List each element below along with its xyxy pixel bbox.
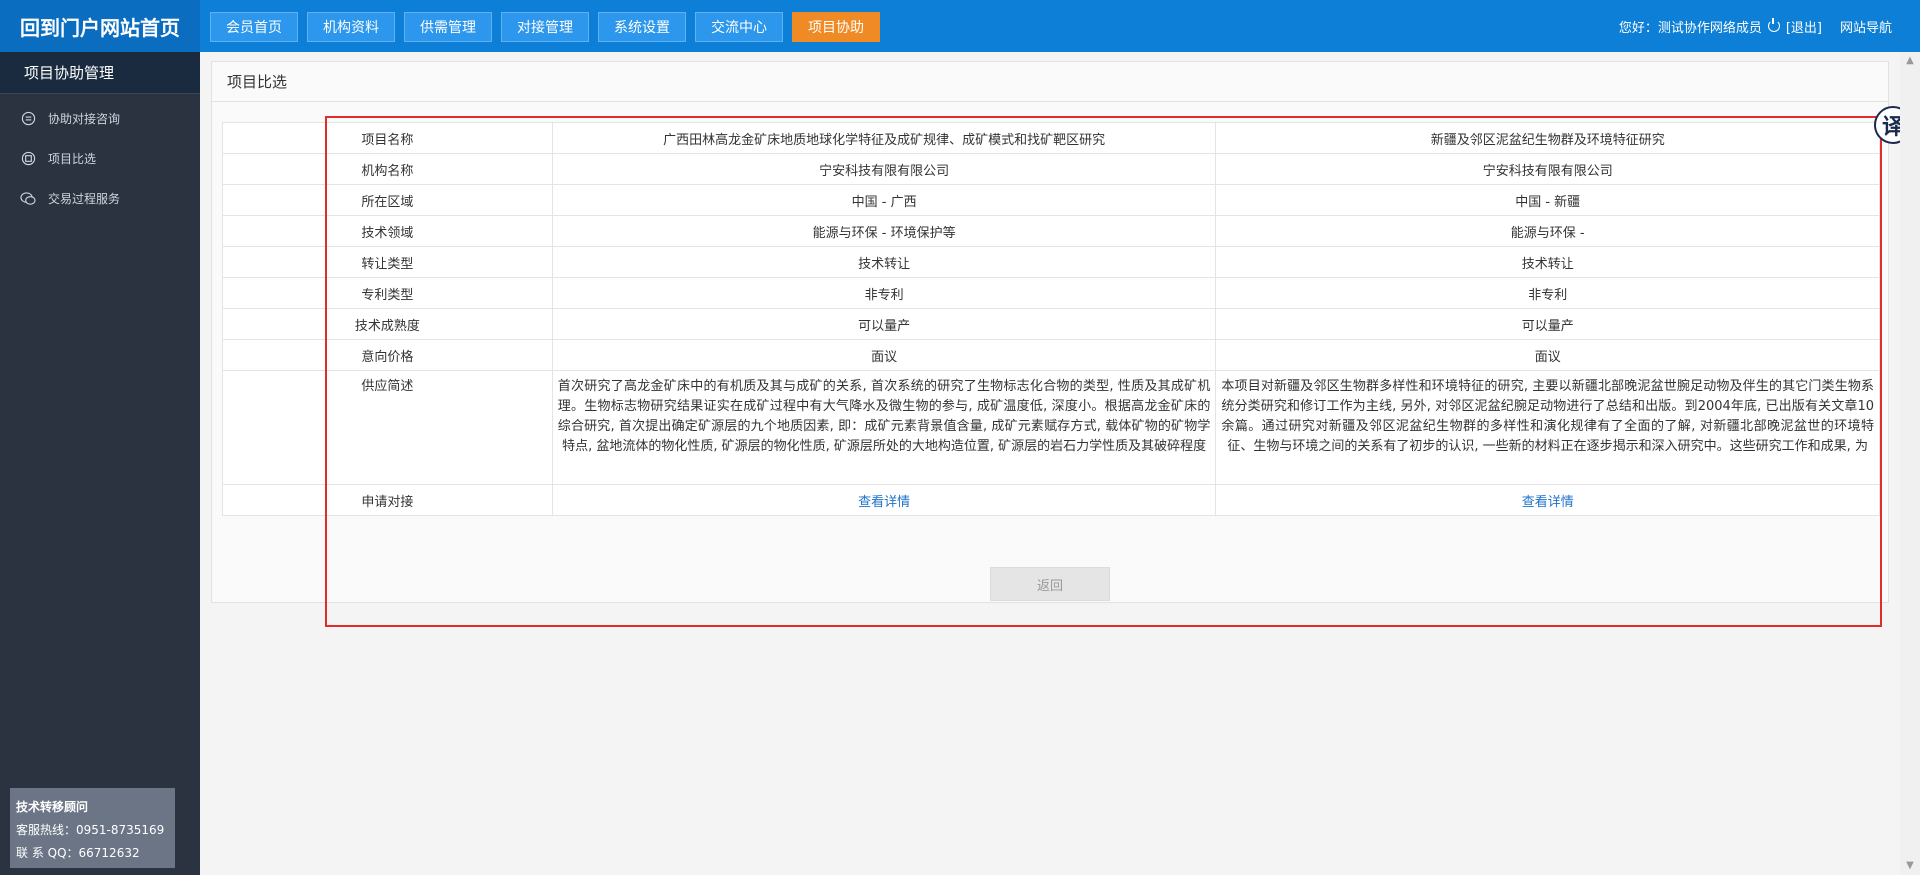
cell-b: 查看详情 (1215, 484, 1880, 516)
cell-b: 非专利 (1215, 277, 1880, 309)
cell-a: 宁安科技有限有限公司 (551, 153, 1217, 185)
sidebar: 项目协助管理 协助对接咨询 项目比选 交易过程服务 技术转移顾问 客服热线：09… (0, 52, 200, 875)
logout-link[interactable]: [退出] (1786, 17, 1822, 36)
cell-b: 可以量产 (1215, 308, 1880, 340)
user-area: 您好：测试协作网络成员 [退出] 网站导航 (1619, 0, 1892, 52)
table-row: 专利类型 非专利 非专利 (222, 277, 1880, 309)
cell-a: 广西田林高龙金矿床地质地球化学特征及成矿规律、成矿模式和找矿靶区研究 (551, 122, 1217, 154)
consult-box: 技术转移顾问 客服热线：0951-8735169 联 系 QQ：66712632 (10, 788, 175, 868)
sidebar-item-label: 项目比选 (48, 151, 97, 166)
cell-a: 首次研究了高龙金矿床中的有机质及其与成矿的关系, 首次系统的研究了生物标志化合物… (551, 370, 1217, 485)
cell-b: 新疆及邻区泥盆纪生物群及环境特征研究 (1215, 122, 1880, 154)
sidebar-item-label: 协助对接咨询 (48, 111, 121, 126)
service-icon (20, 190, 36, 206)
chat-icon (20, 110, 36, 126)
sidebar-item-label: 交易过程服务 (48, 191, 121, 206)
cell-b: 中国 - 新疆 (1215, 184, 1880, 216)
cell-b: 宁安科技有限有限公司 (1215, 153, 1880, 185)
row-label: 供应简述 (222, 370, 553, 485)
cell-a: 中国 - 广西 (551, 184, 1217, 216)
row-label: 技术成熟度 (222, 308, 553, 340)
nav-exchange-center[interactable]: 交流中心 (695, 12, 783, 42)
nav-member-home[interactable]: 会员首页 (210, 12, 298, 42)
sidebar-item-project-compare[interactable]: 项目比选 (0, 138, 200, 178)
back-button[interactable]: 返回 (990, 567, 1110, 601)
cell-a: 非专利 (551, 277, 1217, 309)
table-row-description: 供应简述 首次研究了高龙金矿床中的有机质及其与成矿的关系, 首次系统的研究了生物… (222, 370, 1880, 485)
compare-icon (20, 150, 36, 166)
nav-org-profile[interactable]: 机构资料 (307, 12, 395, 42)
cell-b: 能源与环保 - (1215, 215, 1880, 247)
row-label: 机构名称 (222, 153, 553, 185)
site-nav-link[interactable]: 网站导航 (1840, 17, 1892, 36)
row-label: 技术领域 (222, 215, 553, 247)
table-row-apply: 申请对接 查看详情 查看详情 (222, 484, 1880, 516)
table-row: 转让类型 技术转让 技术转让 (222, 246, 1880, 278)
consult-title: 技术转移顾问 (16, 800, 89, 814)
scrollbar[interactable]: ▲ ▼ (1900, 52, 1920, 875)
panel-title: 项目比选 (212, 62, 1888, 102)
cell-a: 技术转让 (551, 246, 1217, 278)
cell-b: 本项目对新疆及邻区生物群多样性和环境特征的研究, 主要以新疆北部晚泥盆世腕足动物… (1215, 370, 1880, 485)
table-row: 项目名称 广西田林高龙金矿床地质地球化学特征及成矿规律、成矿模式和找矿靶区研究 … (222, 122, 1880, 154)
power-icon (1767, 18, 1780, 32)
nav-system-settings[interactable]: 系统设置 (598, 12, 686, 42)
nav-supply-demand[interactable]: 供需管理 (404, 12, 492, 42)
row-label: 所在区域 (222, 184, 553, 216)
portal-home-link[interactable]: 回到门户网站首页 (0, 0, 200, 52)
cell-a: 面议 (551, 339, 1217, 371)
scroll-down-icon[interactable]: ▼ (1905, 861, 1915, 871)
row-label: 专利类型 (222, 277, 553, 309)
table-row: 技术成熟度 可以量产 可以量产 (222, 308, 1880, 340)
row-label: 项目名称 (222, 122, 553, 154)
cell-a: 可以量产 (551, 308, 1217, 340)
nav-matching[interactable]: 对接管理 (501, 12, 589, 42)
view-details-link-b[interactable]: 查看详情 (1522, 495, 1574, 510)
table-row: 意向价格 面议 面议 (222, 339, 1880, 371)
cell-b: 技术转让 (1215, 246, 1880, 278)
scroll-up-icon[interactable]: ▲ (1905, 56, 1915, 66)
main-nav: 会员首页 机构资料 供需管理 对接管理 系统设置 交流中心 项目协助 (210, 12, 880, 42)
compare-table: 项目名称 广西田林高龙金矿床地质地球化学特征及成矿规律、成矿模式和找矿靶区研究 … (222, 122, 1880, 516)
consult-hotline: 客服热线：0951-8735169 (16, 823, 165, 837)
table-row: 所在区域 中国 - 广西 中国 - 新疆 (222, 184, 1880, 216)
cell-a: 能源与环保 - 环境保护等 (551, 215, 1217, 247)
compare-panel: 项目比选 项目名称 广西田林高龙金矿床地质地球化学特征及成矿规律、成矿模式和找矿… (211, 61, 1889, 603)
consult-qq: 联 系 QQ：66712632 (16, 846, 140, 860)
cell-b: 面议 (1215, 339, 1880, 371)
row-label: 申请对接 (222, 484, 553, 516)
row-label: 转让类型 (222, 246, 553, 278)
sidebar-item-trade-service[interactable]: 交易过程服务 (0, 178, 200, 218)
main-content: 项目比选 项目名称 广西田林高龙金矿床地质地球化学特征及成矿规律、成矿模式和找矿… (200, 52, 1900, 875)
top-bar: 回到门户网站首页 会员首页 机构资料 供需管理 对接管理 系统设置 交流中心 项… (0, 0, 1920, 52)
nav-project-assist[interactable]: 项目协助 (792, 12, 880, 42)
cell-a: 查看详情 (551, 484, 1217, 516)
user-greeting: 您好：测试协作网络成员 (1618, 20, 1762, 36)
table-row: 机构名称 宁安科技有限有限公司 宁安科技有限有限公司 (222, 153, 1880, 185)
sidebar-title: 项目协助管理 (0, 52, 200, 94)
table-row: 技术领域 能源与环保 - 环境保护等 能源与环保 - (222, 215, 1880, 247)
sidebar-item-assist-consult[interactable]: 协助对接咨询 (0, 98, 200, 138)
row-label: 意向价格 (222, 339, 553, 371)
view-details-link-a[interactable]: 查看详情 (858, 495, 910, 510)
